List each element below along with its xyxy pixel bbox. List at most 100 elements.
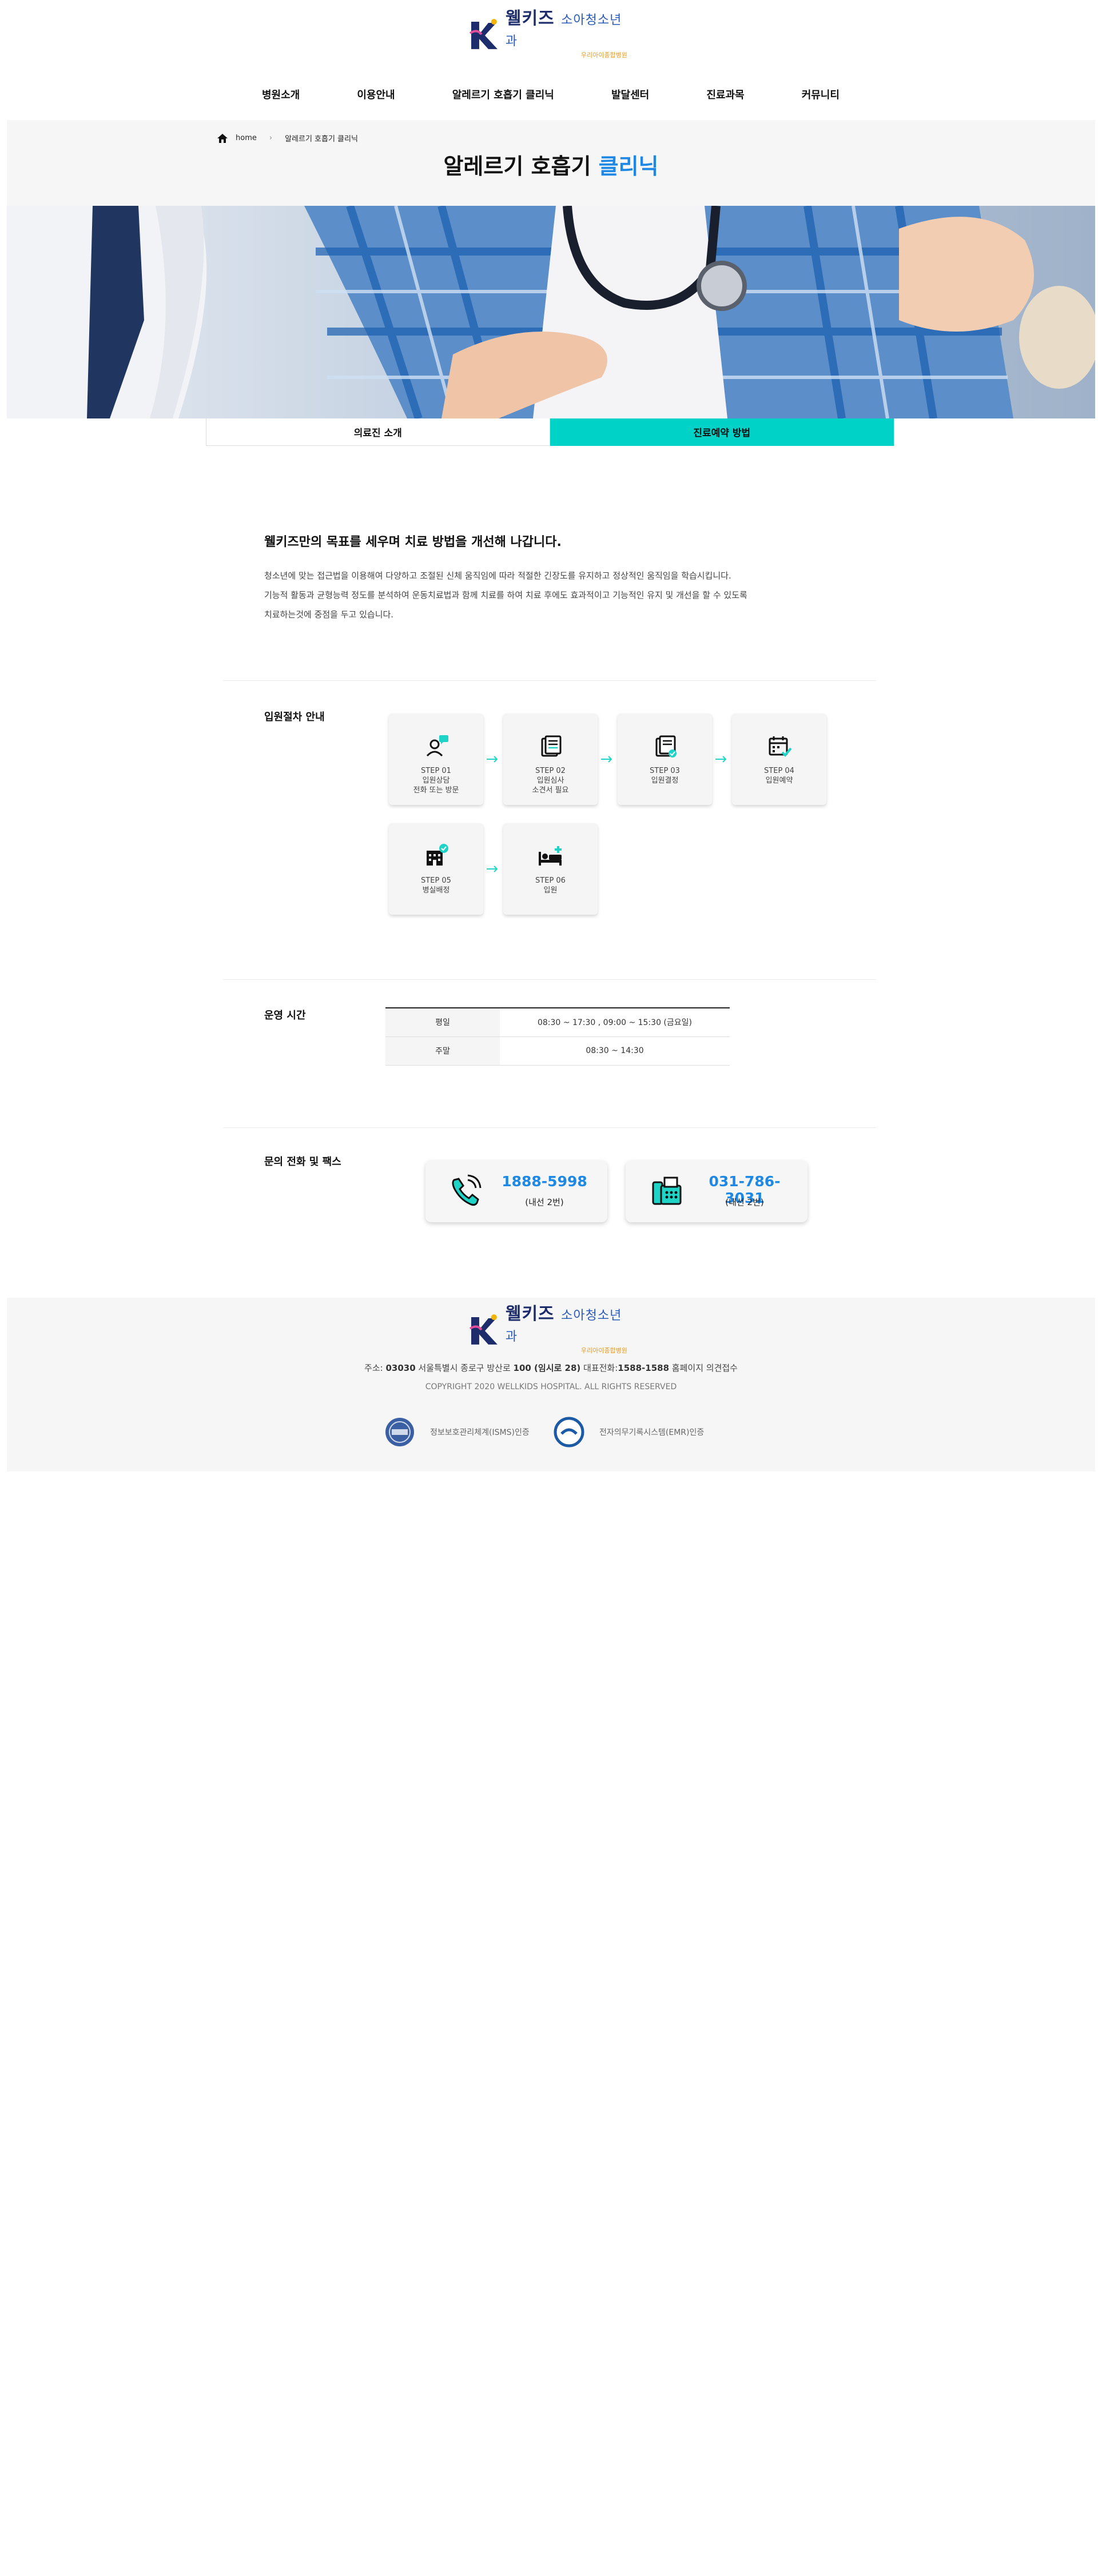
table-row: 주말 08:30 ~ 14:30 (385, 1036, 730, 1066)
step-1-line-1: 입원상담 (422, 776, 450, 785)
isms-cert-label: 정보보호관리체계(ISMS)인증 (430, 1428, 530, 1437)
site-header: 웰키즈 소아청소년과 우리아이종합병원 병원소개 이용안내 알레르기 호흡기 클… (0, 0, 1098, 120)
emr-cert-label: 전자의무기록시스템(EMR)인증 (599, 1428, 705, 1437)
address-prefix: 주소: (364, 1363, 386, 1373)
page-title: 알레르기 호흡기 클리닉 (7, 149, 1095, 180)
section-divider (223, 979, 876, 980)
isms-badge-icon (385, 1418, 414, 1446)
document-approved-icon (655, 735, 677, 757)
step-card-5: STEP 05 병실배정 (389, 823, 483, 915)
tel-label: 대표전화: (580, 1363, 618, 1373)
site-footer: 웰키즈 소아청소년과 우리아이종합병원 주소: 03030 서울특별시 종로구 … (7, 1298, 1095, 1472)
footer-brand-tag: 우리아이종합병원 (580, 1347, 627, 1354)
home-icon[interactable] (217, 133, 228, 143)
breadcrumb-separator: › (269, 134, 273, 142)
fax-contact-card[interactable]: 031-786-3031 (내선 2번) (626, 1161, 807, 1222)
arrow-right-icon (715, 756, 727, 763)
tab-medical-staff[interactable]: 의료진 소개 (206, 418, 550, 446)
nav-item-guide[interactable]: 이용안내 (357, 86, 395, 105)
main-nav: 병원소개 이용안내 알레르기 호흡기 클리닉 발달센터 진료과목 커뮤니티 (262, 86, 840, 105)
sub-title-bar: home › 알레르기 호흡기 클리닉 알레르기 호흡기 클리닉 (7, 120, 1095, 206)
footer-address: 주소: 03030 서울특별시 종로구 방산로 100 (임시로 28) 대표전… (7, 1362, 1095, 1374)
intro-heading: 웰키즈만의 목표를 세우며 치료 방법을 개선해 나갑니다. (264, 535, 562, 549)
hours-time-weekend: 08:30 ~ 14:30 (500, 1036, 730, 1066)
footer-logo[interactable]: 웰키즈 소아청소년과 우리아이종합병원 (468, 1305, 634, 1354)
phone-icon (452, 1174, 482, 1206)
address-zip: 03030 (385, 1363, 416, 1373)
step-3-number: STEP 03 (650, 767, 680, 775)
hours-day-weekday: 평일 (385, 1008, 500, 1037)
hero-image (7, 206, 1095, 418)
hours-time-weekday: 08:30 ~ 17:30 , 09:00 ~ 15:30 (금요일) (500, 1008, 730, 1037)
isms-cert: 정보보호관리체계(ISMS)인증 (384, 1417, 530, 1447)
fax-icon (652, 1177, 682, 1205)
step-4-line-1: 입원예약 (765, 776, 793, 785)
step-card-6: STEP 06 입원 (503, 823, 598, 915)
breadcrumb-home[interactable]: home (236, 134, 257, 142)
step-card-2: STEP 02 입원심사 소견서 필요 (503, 713, 598, 805)
step-card-4: STEP 04 입원예약 (732, 713, 826, 805)
nav-item-allergy-clinic[interactable]: 알레르기 호흡기 클리닉 (452, 86, 554, 105)
phone-number: 1888-5998 (502, 1173, 587, 1190)
arrow-right-icon (487, 866, 498, 872)
step-2-line-1: 입원심사 (536, 776, 564, 785)
step-6-number: STEP 06 (535, 876, 566, 885)
logo-mark-icon (469, 1314, 498, 1345)
page-title-accent: 클리닉 (598, 154, 659, 179)
step-3-line-1: 입원결정 (651, 776, 679, 785)
step-5-number: STEP 05 (421, 876, 451, 885)
brand-name: 웰키즈 (505, 9, 555, 29)
hospital-bed-icon (539, 846, 562, 866)
nav-item-community[interactable]: 커뮤니티 (802, 86, 840, 105)
hours-section-label: 운영 시간 (264, 1010, 306, 1022)
phone-contact-card[interactable]: 1888-5998 (내선 2번) (425, 1161, 607, 1222)
arrow-right-icon (487, 756, 498, 763)
site-logo[interactable]: 웰키즈 소아청소년과 우리아이종합병원 (468, 9, 634, 59)
calendar-check-icon (769, 736, 792, 757)
fax-extension: (내선 2번) (725, 1197, 764, 1207)
steps-section-label: 입원절차 안내 (264, 711, 325, 723)
step-1-number: STEP 01 (421, 767, 451, 775)
step-1-line-2: 전화 또는 방문 (413, 786, 459, 795)
nav-item-development-center[interactable]: 발달센터 (611, 86, 649, 105)
step-2-line-2: 소견서 필요 (532, 786, 569, 795)
address-building: 100 (임시로 28) (513, 1363, 581, 1373)
footer-brand-name: 웰키즈 (505, 1304, 555, 1324)
emr-badge-icon (554, 1417, 584, 1447)
brand-tag: 우리아이종합병원 (580, 51, 627, 59)
section-divider (223, 1127, 876, 1128)
logo-mark-icon (469, 19, 498, 49)
emr-cert: 전자의무기록시스템(EMR)인증 (554, 1417, 704, 1447)
copyright: COPYRIGHT 2020 WELLKIDS HOSPITAL. ALL RI… (425, 1382, 677, 1391)
nav-item-departments[interactable]: 진료과목 (706, 86, 744, 105)
step-6-line-1: 입원 (543, 886, 558, 895)
feedback-link[interactable]: 홈페이지 의견접수 (669, 1363, 738, 1373)
consult-person-icon (426, 735, 448, 757)
phone-extension: (내선 2번) (525, 1197, 564, 1207)
intro-line-2: 기능적 활동과 균형능력 정도를 분석하여 운동치료법과 함께 치료를 하여 치… (264, 590, 747, 600)
step-card-3: STEP 03 입원결정 (618, 713, 712, 805)
contact-section-label: 문의 전화 및 팩스 (264, 1156, 341, 1168)
page-title-main: 알레르기 호흡기 (443, 154, 591, 179)
breadcrumb-current: 알레르기 호흡기 클리닉 (285, 135, 358, 143)
hours-day-weekend: 주말 (385, 1036, 500, 1066)
step-card-1: STEP 01 입원상담 전화 또는 방문 (389, 713, 483, 805)
table-row: 평일 08:30 ~ 17:30 , 09:00 ~ 15:30 (금요일) (385, 1008, 730, 1037)
step-5-line-1: 병실배정 (422, 886, 450, 895)
step-4-number: STEP 04 (764, 767, 794, 775)
hours-table: 평일 08:30 ~ 17:30 , 09:00 ~ 15:30 (금요일) 주… (385, 1007, 730, 1066)
hospital-check-icon (427, 844, 448, 866)
nav-item-hospital-intro[interactable]: 병원소개 (262, 86, 300, 105)
tel-number: 1588-1588 (618, 1363, 670, 1373)
intro-section: 웰키즈만의 목표를 세우며 치료 방법을 개선해 나갑니다. 청소년에 맞는 접… (264, 532, 836, 624)
section-divider (223, 680, 876, 681)
intro-line-1: 청소년에 맞는 접근법을 이용해여 다양하고 조절된 신체 움직임에 따라 적절… (264, 571, 731, 581)
step-2-number: STEP 02 (535, 767, 566, 775)
arrow-right-icon (601, 756, 612, 763)
address-street: 서울특별시 종로구 방산로 (415, 1363, 514, 1373)
doctor-child-photo (7, 206, 1095, 418)
breadcrumb: home › 알레르기 호흡기 클리닉 (217, 133, 358, 143)
sub-tabs: 의료진 소개 진료예약 방법 (206, 418, 894, 446)
page: 웰키즈 소아청소년과 우리아이종합병원 병원소개 이용안내 알레르기 호흡기 클… (0, 0, 1098, 2576)
tab-reservation-method[interactable]: 진료예약 방법 (550, 418, 894, 446)
